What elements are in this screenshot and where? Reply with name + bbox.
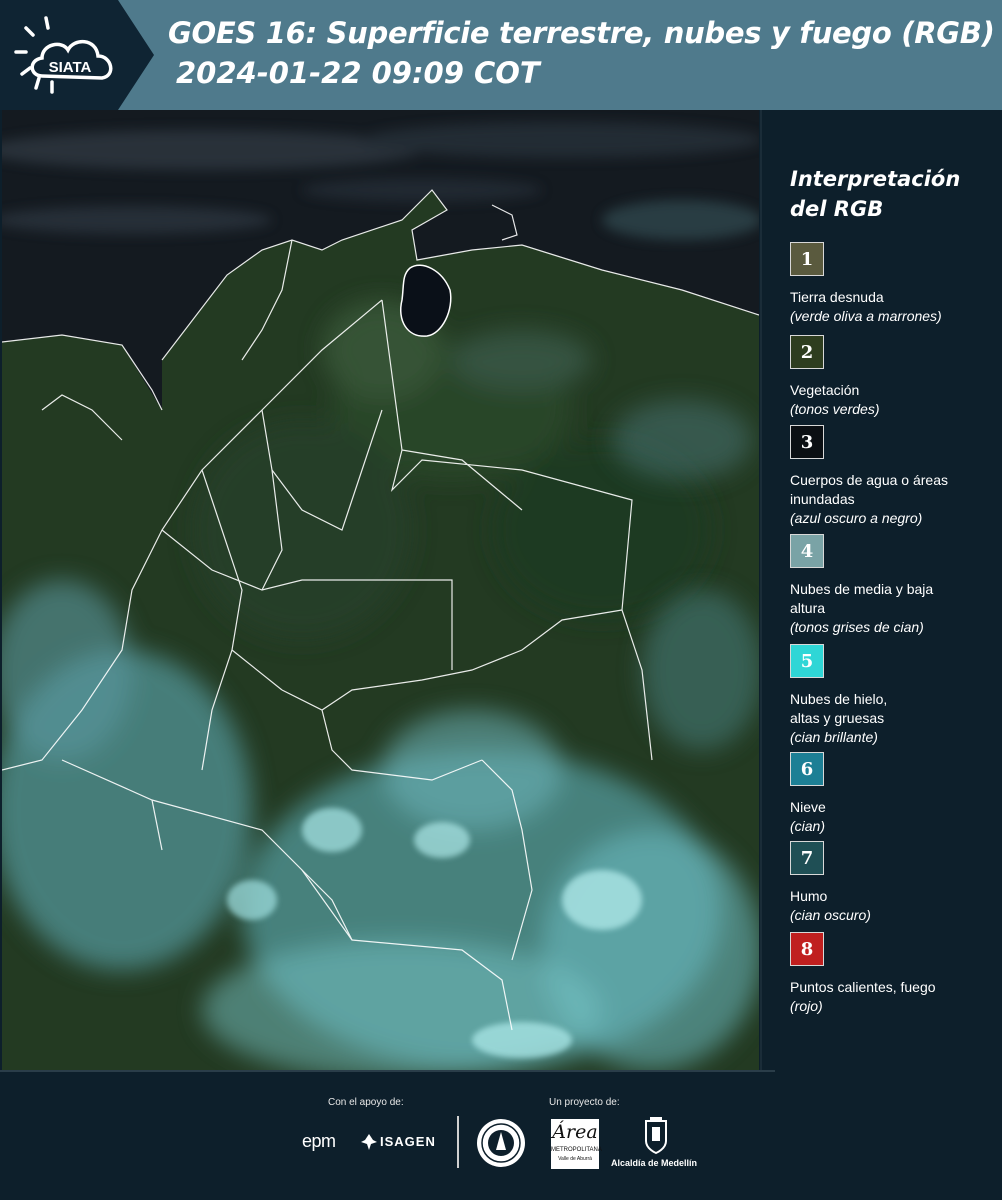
- isagen-logo-icon: [360, 1133, 378, 1155]
- project-label: Un proyecto de:: [549, 1097, 620, 1108]
- legend-item-label: Nubes de hielo, altas y gruesas: [790, 691, 888, 726]
- footer-divider: [0, 1070, 775, 1072]
- legend-item-label: Puntos calientes, fuego: [790, 979, 936, 995]
- legend-title-line2: del RGB: [790, 197, 884, 221]
- legend-item-label: Nieve: [790, 799, 826, 815]
- legend-title: Interpretación del RGB: [790, 164, 960, 224]
- legend-item-desc: (cian oscuro): [790, 907, 871, 923]
- page-title: GOES 16: Superficie terrestre, nubes y f…: [168, 16, 995, 50]
- logo-text: SIATA: [49, 59, 92, 76]
- legend-item: 5 Nubes de hielo, altas y gruesas (cian …: [790, 644, 1000, 747]
- legend-item: 2 Vegetación (tonos verdes): [790, 335, 1000, 419]
- alcaldia-shield-icon: [643, 1117, 669, 1159]
- support-label: Con el apoyo de:: [328, 1097, 404, 1108]
- siata-logo: SIATA: [12, 14, 124, 96]
- legend-title-line1: Interpretación: [790, 167, 961, 191]
- university-seal-icon: [476, 1118, 526, 1172]
- legend-item: 3 Cuerpos de agua o áreas inundadas (azu…: [790, 425, 1000, 528]
- legend-item: 7 Humo (cian oscuro): [790, 841, 1000, 925]
- legend-swatch: 7: [790, 841, 824, 875]
- legend-item-desc: (verde oliva a marrones): [790, 308, 942, 324]
- legend-item-label: Nubes de media y baja altura: [790, 581, 934, 616]
- legend-swatch: 6: [790, 752, 824, 786]
- legend-swatch: 4: [790, 534, 824, 568]
- area-metropolitana-title: Área: [552, 1121, 598, 1143]
- legend-item-desc: (cian brillante): [790, 729, 878, 745]
- legend-swatch: 8: [790, 932, 824, 966]
- legend-item: 1 Tierra desnuda (verde oliva a marrones…: [790, 242, 1000, 326]
- page-datetime: 2024-01-22 09:09 COT: [176, 56, 540, 90]
- legend-item-desc: (rojo): [790, 998, 823, 1014]
- area-metropolitana-logo: Área METROPOLITANA Valle de Aburrá: [551, 1119, 602, 1169]
- area-metropolitana-name: METROPOLITANA: [551, 1147, 602, 1153]
- legend-item-label: Tierra desnuda: [790, 289, 884, 305]
- legend-swatch: 3: [790, 425, 824, 459]
- legend-swatch: 5: [790, 644, 824, 678]
- legend-item-desc: (cian): [790, 818, 826, 834]
- legend-swatch: 2: [790, 335, 824, 369]
- legend-item-label: Cuerpos de agua o áreas inundadas: [790, 472, 948, 507]
- epm-logo: epm: [302, 1131, 336, 1151]
- legend-item-label: Humo: [790, 888, 828, 904]
- isagen-logo: ISAGEN: [380, 1134, 436, 1149]
- legend-item: 4 Nubes de media y baja altura (tonos gr…: [790, 534, 1000, 637]
- legend-item-desc: (tonos grises de cian): [790, 619, 924, 635]
- footer-separator: [457, 1116, 459, 1168]
- legend-item-desc: (azul oscuro a negro): [790, 510, 923, 526]
- legend-item: 6 Nieve (cian): [790, 752, 1000, 836]
- legend-panel: Interpretación del RGB 1 Tierra desnuda …: [760, 110, 1002, 1070]
- legend-swatch: 1: [790, 242, 824, 276]
- area-metropolitana-sub: Valle de Aburrá: [558, 1156, 592, 1162]
- legend-item: 8 Puntos calientes, fuego (rojo): [790, 932, 1000, 1016]
- alcaldia-label: Alcaldía de Medellín: [611, 1158, 698, 1168]
- legend-item-label: Vegetación: [790, 382, 860, 398]
- legend-item-desc: (tonos verdes): [790, 401, 880, 417]
- satellite-map[interactable]: [2, 110, 759, 1070]
